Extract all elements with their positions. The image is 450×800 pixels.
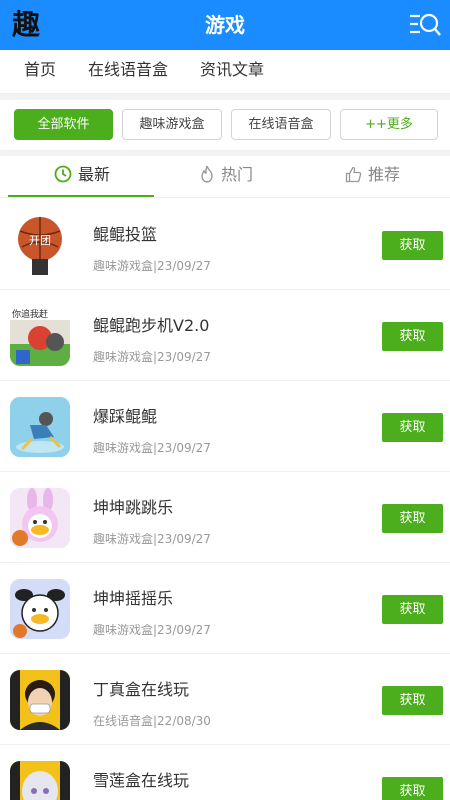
filter-all-software[interactable]: 全部软件 <box>14 109 113 140</box>
get-button[interactable]: 获取 <box>382 413 443 442</box>
list-item[interactable]: 开团 鲲鲲投篮 趣味游戏盒|23/09/27 获取 <box>0 199 450 290</box>
tab-latest-label: 最新 <box>78 165 111 184</box>
category-filters: 全部软件 趣味游戏盒 在线语音盒 ++更多 <box>0 100 450 150</box>
app-thumbnail <box>10 397 70 457</box>
thumb-text: 你追我赶 <box>12 308 48 320</box>
get-button[interactable]: 获取 <box>382 777 443 800</box>
tab-hot-label: 热门 <box>221 165 254 184</box>
app-name: 坤坤摇摇乐 <box>93 589 174 608</box>
app-meta: 趣味游戏盒|23/09/27 <box>93 441 211 455</box>
tab-recommend-label: 推荐 <box>368 165 401 184</box>
page-title: 游戏 <box>205 13 245 37</box>
top-nav: 首页 在线语音盒 资讯文章 <box>0 50 450 94</box>
app-name: 雪莲盒在线玩 <box>93 771 190 790</box>
app-thumbnail <box>10 670 70 730</box>
active-tab-indicator <box>8 195 154 197</box>
app-thumbnail: 你追我赶 <box>10 306 70 366</box>
app-meta: 趣味游戏盒|23/09/27 <box>93 532 211 546</box>
tab-hot[interactable]: 热门 <box>199 156 253 198</box>
get-button[interactable]: 获取 <box>382 504 443 533</box>
app-meta: 在线语音盒|22/08/30 <box>93 714 211 728</box>
get-button[interactable]: 获取 <box>382 595 443 624</box>
nav-item-articles[interactable]: 资讯文章 <box>200 50 264 94</box>
app-name: 爆踩鲲鲲 <box>93 407 158 426</box>
get-button[interactable]: 获取 <box>382 322 443 351</box>
nav-item-home[interactable]: 首页 <box>24 50 56 94</box>
flame-icon <box>201 165 213 183</box>
app-name: 丁真盒在线玩 <box>93 680 190 699</box>
list-item[interactable]: 爆踩鲲鲲 趣味游戏盒|23/09/27 获取 <box>0 381 450 472</box>
get-button[interactable]: 获取 <box>382 686 443 715</box>
app-name: 鲲鲲跑步机V2.0 <box>93 316 210 335</box>
app-meta: 趣味游戏盒|23/09/27 <box>93 259 211 273</box>
sort-tabs: 最新 热门 推荐 <box>0 156 450 198</box>
app-thumbnail: 开团 <box>10 215 70 275</box>
thumb-text: 开团 <box>29 234 51 247</box>
app-meta: 趣味游戏盒|23/09/27 <box>93 350 211 364</box>
app-thumbnail <box>10 488 70 548</box>
list-item[interactable]: 丁真盒在线玩 在线语音盒|22/08/30 获取 <box>0 654 450 745</box>
filter-more[interactable]: ++更多 <box>340 109 438 140</box>
app-name: 鲲鲲投篮 <box>93 225 158 244</box>
list-item[interactable]: 坤坤摇摇乐 趣味游戏盒|23/09/27 获取 <box>0 563 450 654</box>
tab-latest[interactable]: 最新 <box>54 156 110 198</box>
list-item[interactable]: 雪莲盒在线玩 获取 <box>0 745 450 800</box>
app-thumbnail <box>10 761 70 800</box>
thumbs-up-icon <box>345 166 362 183</box>
app-thumbnail <box>10 579 70 639</box>
app-meta: 趣味游戏盒|23/09/27 <box>93 623 211 637</box>
filter-voice-box[interactable]: 在线语音盒 <box>231 109 331 140</box>
menu-search-icon[interactable] <box>408 10 442 40</box>
filter-fun-games[interactable]: 趣味游戏盒 <box>122 109 222 140</box>
clock-icon <box>54 165 72 183</box>
app-name: 坤坤跳跳乐 <box>93 498 174 517</box>
tab-recommend[interactable]: 推荐 <box>345 156 400 198</box>
list-item[interactable]: 坤坤跳跳乐 趣味游戏盒|23/09/27 获取 <box>0 472 450 563</box>
list-item[interactable]: 你追我赶 鲲鲲跑步机V2.0 趣味游戏盒|23/09/27 获取 <box>0 290 450 381</box>
get-button[interactable]: 获取 <box>382 231 443 260</box>
app-header: 趣 游戏 <box>0 0 450 50</box>
nav-item-voice-box[interactable]: 在线语音盒 <box>88 50 168 94</box>
